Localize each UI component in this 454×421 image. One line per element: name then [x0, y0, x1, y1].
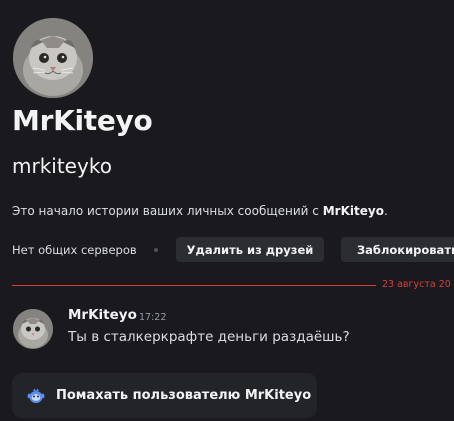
divider-date-label: 23 августа 20 — [382, 279, 451, 290]
message-author[interactable]: MrKiteyo — [68, 307, 137, 323]
wave-button-label: Помахать пользователю MrKiteyo — [56, 388, 312, 403]
profile-display-name: MrKiteyo — [12, 104, 153, 137]
intro-suffix: . — [383, 204, 388, 218]
intro-name: MrKiteyo — [322, 204, 384, 218]
profile-username: mrkiteyko — [12, 154, 112, 178]
intro-prefix: Это начало истории ваших личных сообщени… — [12, 204, 323, 218]
new-messages-divider — [12, 285, 376, 286]
message-timestamp: 17:22 — [139, 312, 167, 323]
profile-actions-row: Нет общих серверов Удалить из друзей Заб… — [12, 237, 454, 263]
wave-to-user-button[interactable]: Помахать пользователю MrKiteyo — [12, 373, 317, 418]
dm-intro-text: Это начало истории ваших личных сообщени… — [12, 204, 388, 218]
profile-avatar[interactable] — [13, 18, 93, 98]
block-button[interactable]: Заблокировать — [341, 237, 454, 262]
message-avatar[interactable] — [13, 309, 53, 349]
mutual-servers-label[interactable]: Нет общих серверов — [12, 243, 137, 257]
cat-avatar-icon — [13, 309, 53, 349]
cat-avatar-icon — [13, 18, 93, 98]
remove-friend-button[interactable]: Удалить из друзей — [176, 237, 324, 262]
separator-dot — [154, 248, 158, 252]
message-text: Ты в сталкеркрафте деньги раздаёшь? — [68, 329, 350, 345]
wumpus-wave-icon — [27, 388, 45, 403]
